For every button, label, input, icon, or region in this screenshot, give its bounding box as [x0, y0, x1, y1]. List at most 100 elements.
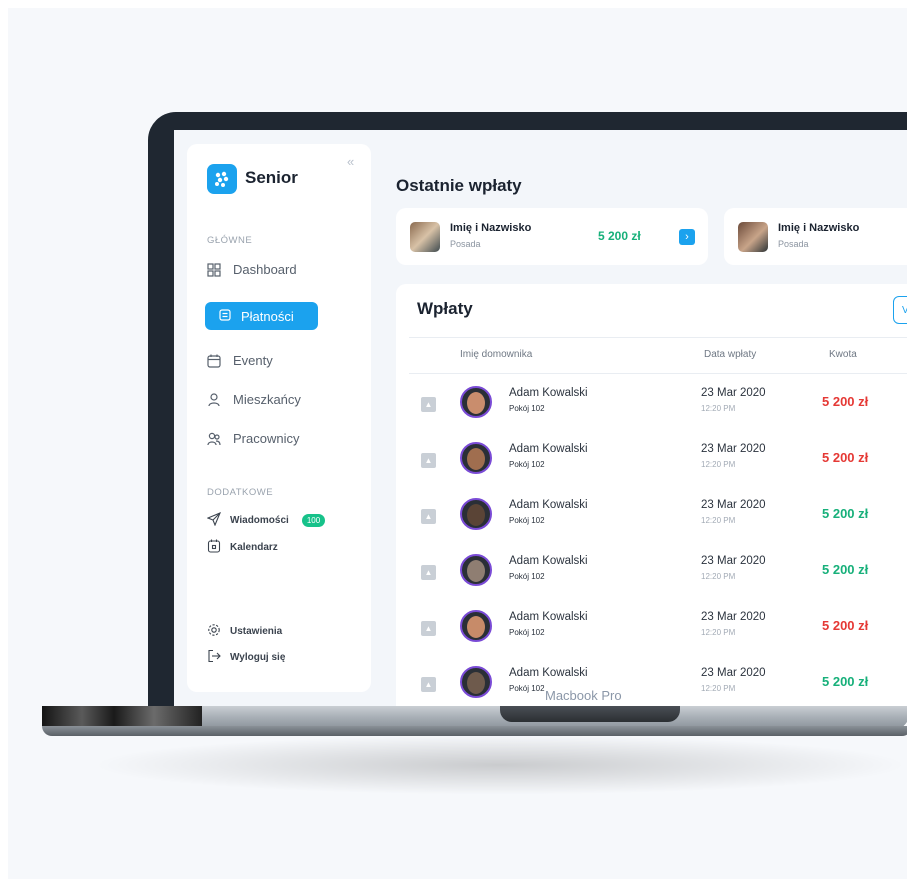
brand-name: Senior	[245, 168, 298, 187]
wallet-icon	[219, 308, 231, 324]
panel-action-button[interactable]: V	[893, 296, 907, 324]
sidebar-item-label: Eventy	[233, 353, 273, 368]
row-expand-button[interactable]: ▲	[421, 677, 436, 692]
device-label: Macbook Pro	[545, 688, 622, 703]
chevron-right-icon[interactable]: ›	[679, 229, 695, 245]
section-label-main: GŁÓWNE	[207, 235, 253, 246]
calendar-icon	[207, 354, 221, 368]
card-amount: 5 200 zł	[598, 229, 641, 243]
resident-name: Adam Kowalski	[509, 667, 588, 679]
payment-time: 12:20 PM	[701, 572, 736, 581]
payment-date: 23 Mar 2020	[701, 667, 766, 679]
payments-panel: Wpłaty V Imię domownika Data wpłaty Kwot…	[396, 284, 907, 707]
logo-icon	[207, 164, 237, 194]
sidebar-item-settings[interactable]: Ustawienia	[207, 623, 282, 640]
laptop-base-lip	[42, 726, 907, 736]
avatar	[460, 386, 492, 418]
recent-payment-card[interactable]: Imię i Nazwisko Posada	[724, 208, 907, 265]
resident-room: Pokój 102	[509, 684, 545, 693]
table-row[interactable]: ▲ Adam Kowalski Pokój 102 23 Mar 2020 12:20 …	[396, 660, 907, 707]
payment-amount: 5 200 zł	[822, 506, 869, 521]
avatar	[410, 222, 440, 252]
collapse-icon[interactable]: «	[347, 154, 354, 169]
sidebar-item-label: Kalendarz	[230, 542, 278, 553]
column-header-date[interactable]: Data wpłaty	[704, 349, 756, 360]
card-position: Posada	[450, 239, 481, 249]
resident-name: Adam Kowalski	[509, 611, 588, 623]
avatar	[460, 554, 492, 586]
payment-time: 12:20 PM	[701, 628, 736, 637]
card-position: Posada	[778, 239, 809, 249]
table-row[interactable]: ▲ Adam Kowalski Pokój 102 23 Mar 2020 12:20 …	[396, 548, 907, 604]
recent-payment-card[interactable]: Imię i Nazwisko Posada 5 200 zł ›	[396, 208, 708, 265]
payment-time: 12:20 PM	[701, 516, 736, 525]
table-row[interactable]: ▲ Adam Kowalski Pokój 102 23 Mar 2020 12:20 …	[396, 492, 907, 548]
avatar-face	[467, 672, 485, 694]
card-name: Imię i Nazwisko	[778, 222, 860, 234]
table-row[interactable]: ▲ Adam Kowalski Pokój 102 23 Mar 2020 12:20 …	[396, 436, 907, 492]
avatar-face	[467, 448, 485, 470]
payment-date: 23 Mar 2020	[701, 387, 766, 399]
sidebar-item-payments[interactable]: Płatności	[205, 302, 318, 330]
resident-room: Pokój 102	[509, 516, 545, 525]
resident-room: Pokój 102	[509, 460, 545, 469]
table-row[interactable]: ▲ Adam Kowalski Pokój 102 23 Mar 2020 12:20 …	[396, 604, 907, 660]
table-row[interactable]: ▲ Adam Kowalski Pokój 102 23 Mar 2020 12:20 …	[396, 380, 907, 436]
sidebar-item-events[interactable]: Eventy	[207, 353, 273, 368]
column-header-amount[interactable]: Kwota	[829, 349, 857, 360]
resident-name: Adam Kowalski	[509, 387, 588, 399]
calendar-day-icon	[207, 539, 221, 556]
sidebar-item-residents[interactable]: Mieszkańcy	[207, 392, 301, 407]
avatar-face	[467, 560, 485, 582]
section-label-extra: DODATKOWE	[207, 487, 274, 498]
payment-time: 12:20 PM	[701, 460, 736, 469]
app-screen: « Senior GŁÓWNE Dashboard Płatności Even…	[174, 130, 907, 707]
sidebar-item-label: Dashboard	[233, 262, 297, 277]
sidebar-item-label: Wyloguj się	[230, 652, 286, 663]
resident-room: Pokój 102	[509, 572, 545, 581]
sidebar-item-calendar[interactable]: Kalendarz	[207, 539, 278, 556]
row-expand-button[interactable]: ▲	[421, 509, 436, 524]
gear-icon	[207, 623, 221, 640]
payment-amount: 5 200 zł	[822, 674, 869, 689]
avatar	[460, 442, 492, 474]
payment-date: 23 Mar 2020	[701, 443, 766, 455]
resident-room: Pokój 102	[509, 628, 545, 637]
payment-time: 12:20 PM	[701, 404, 736, 413]
grid-icon	[207, 262, 221, 277]
divider	[409, 373, 907, 374]
payment-date: 23 Mar 2020	[701, 499, 766, 511]
payment-date: 23 Mar 2020	[701, 611, 766, 623]
avatar	[460, 666, 492, 698]
send-icon	[206, 511, 222, 529]
payment-amount: 5 200 zł	[822, 450, 869, 465]
avatar-face	[467, 616, 485, 638]
payment-date: 23 Mar 2020	[701, 555, 766, 567]
row-expand-button[interactable]: ▲	[421, 621, 436, 636]
sidebar-item-logout[interactable]: Wyloguj się	[207, 649, 285, 666]
users-icon	[207, 432, 221, 446]
sidebar-item-label: Ustawienia	[230, 626, 283, 637]
sidebar-item-dashboard[interactable]: Dashboard	[207, 262, 297, 277]
payment-amount: 5 200 zł	[822, 618, 869, 633]
sidebar: « Senior GŁÓWNE Dashboard Płatności Even…	[187, 144, 371, 692]
payments-title: Wpłaty	[417, 299, 473, 318]
avatar-face	[467, 392, 485, 414]
payment-amount: 5 200 zł	[822, 394, 869, 409]
column-header-name[interactable]: Imię domownika	[460, 349, 532, 360]
divider	[409, 337, 907, 338]
resident-name: Adam Kowalski	[509, 499, 588, 511]
laptop-shadow	[90, 735, 907, 795]
avatar	[460, 498, 492, 530]
row-expand-button[interactable]: ▲	[421, 397, 436, 412]
avatar-face	[467, 504, 485, 526]
row-expand-button[interactable]: ▲	[421, 565, 436, 580]
resident-room: Pokój 102	[509, 404, 545, 413]
sidebar-item-messages[interactable]: Wiadomości 100	[206, 511, 326, 529]
row-expand-button[interactable]: ▲	[421, 453, 436, 468]
logout-icon	[207, 649, 221, 666]
recent-payments-title: Ostatnie wpłaty	[396, 176, 522, 195]
sidebar-item-staff[interactable]: Pracownicy	[207, 431, 299, 446]
payment-time: 12:20 PM	[701, 684, 736, 693]
sidebar-item-label: Pracownicy	[233, 431, 300, 446]
